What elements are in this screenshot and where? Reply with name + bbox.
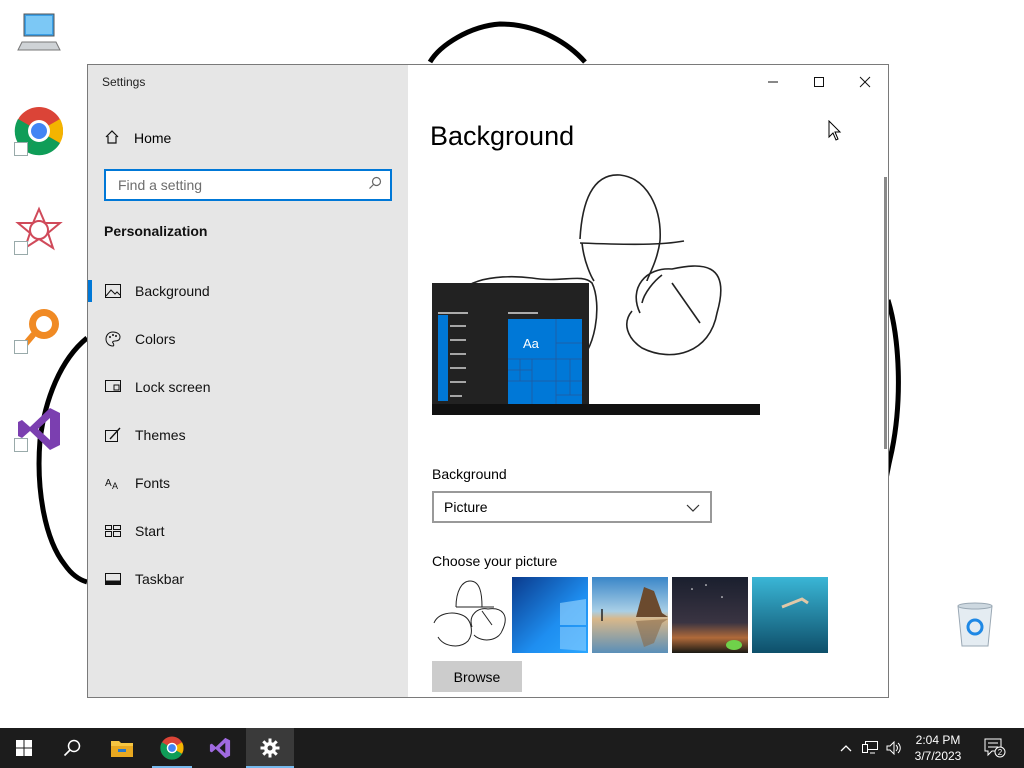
taskbar-file-explorer[interactable] (98, 728, 146, 768)
search-box[interactable] (104, 169, 392, 201)
sidebar-item-taskbar[interactable]: Taskbar (88, 557, 408, 601)
network-tray-button[interactable] (860, 738, 880, 758)
windows-logo-icon (16, 740, 32, 756)
sidebar-item-label: Taskbar (135, 571, 185, 587)
volume-icon (886, 741, 901, 755)
svg-text:A: A (105, 478, 112, 489)
sidebar-item-background[interactable]: Background (88, 269, 408, 313)
shortcut-arrow-icon (14, 438, 28, 452)
home-icon (104, 129, 120, 148)
section-title: Personalization (104, 223, 208, 239)
page-title: Background (430, 121, 575, 151)
picture-thumbnail-night-sky[interactable] (672, 577, 748, 653)
shortcut-arrow-icon (14, 142, 28, 156)
sidebar-item-colors[interactable]: Colors (88, 317, 408, 361)
themes-icon (104, 426, 122, 444)
notification-icon: 2 (984, 738, 1006, 758)
chevron-down-icon (686, 499, 700, 515)
notification-count: 2 (998, 748, 1003, 757)
search-input[interactable] (116, 176, 368, 194)
background-page: Background Aa Background Picture Choose … (408, 65, 888, 697)
settings-window: Settings Home Personalization Background (87, 64, 889, 698)
background-type-label: Background (432, 466, 507, 482)
svg-text:A: A (112, 481, 118, 490)
fonts-icon: AA (104, 474, 122, 492)
chrome-icon (160, 736, 184, 760)
background-type-dropdown[interactable]: Picture (432, 491, 712, 523)
sidebar-item-lock-screen[interactable]: Lock screen (88, 365, 408, 409)
home-label: Home (134, 130, 172, 146)
action-center-button[interactable]: 2 (982, 738, 1008, 758)
sidebar-item-label: Fonts (135, 475, 171, 491)
palette-icon (104, 330, 122, 348)
taskbar-search-button[interactable] (48, 728, 96, 768)
start-icon (104, 522, 122, 540)
search-icon[interactable] (368, 176, 382, 195)
sidebar-item-fonts[interactable]: AA Fonts (88, 461, 408, 505)
sidebar-item-label: Background (135, 283, 210, 299)
taskbar-chrome[interactable] (148, 728, 196, 768)
taskbar-icon (104, 570, 122, 588)
picture-thumbnail-scribble[interactable] (432, 577, 508, 653)
this-pc-icon[interactable] (14, 10, 64, 60)
sidebar-item-start[interactable]: Start (88, 509, 408, 553)
background-type-value: Picture (444, 499, 488, 515)
browse-button[interactable]: Browse (432, 661, 522, 692)
window-title: Settings (102, 75, 146, 89)
sidebar-item-label: Themes (135, 427, 186, 443)
taskbar: 2:04 PM 3/7/2023 2 (0, 728, 1024, 768)
folder-icon (111, 741, 133, 757)
picture-thumbnail-beach-rocks[interactable] (592, 577, 668, 653)
network-icon (862, 741, 878, 754)
sidebar-item-label: Lock screen (135, 379, 211, 395)
picture-thumbnail-underwater-swimmer[interactable] (752, 577, 828, 653)
mouse-cursor-icon (828, 120, 842, 141)
recycle-bin-icon[interactable] (952, 600, 998, 650)
choose-picture-label: Choose your picture (432, 553, 558, 569)
taskbar-visual-studio[interactable] (196, 728, 244, 768)
settings-sidebar: Settings Home Personalization Background (88, 65, 408, 697)
taskbar-clock[interactable]: 2:04 PM 3/7/2023 (906, 732, 970, 764)
gear-icon (260, 738, 280, 758)
start-button[interactable] (0, 728, 48, 768)
sidebar-item-label: Colors (135, 331, 176, 347)
shortcut-arrow-icon (14, 241, 28, 255)
taskbar-settings[interactable] (246, 728, 294, 768)
content-scrollbar[interactable] (884, 177, 887, 449)
visual-studio-icon (209, 737, 231, 759)
clock-date: 3/7/2023 (914, 749, 962, 763)
search-icon (63, 739, 81, 757)
clock-time: 2:04 PM (915, 733, 961, 747)
volume-tray-button[interactable] (884, 738, 904, 758)
shortcut-arrow-icon (14, 340, 28, 354)
sidebar-item-label: Start (135, 523, 165, 539)
show-hidden-icons-button[interactable] (836, 738, 856, 758)
picture-thumbnail-windows-blue[interactable] (512, 577, 588, 653)
picture-icon (104, 282, 122, 300)
lock-screen-icon (104, 378, 122, 396)
home-nav-item[interactable]: Home (104, 127, 171, 149)
background-preview: Aa (432, 163, 762, 415)
sidebar-item-themes[interactable]: Themes (88, 413, 408, 457)
preview-tile-text: Aa (523, 336, 540, 351)
chevron-up-icon (840, 745, 852, 752)
